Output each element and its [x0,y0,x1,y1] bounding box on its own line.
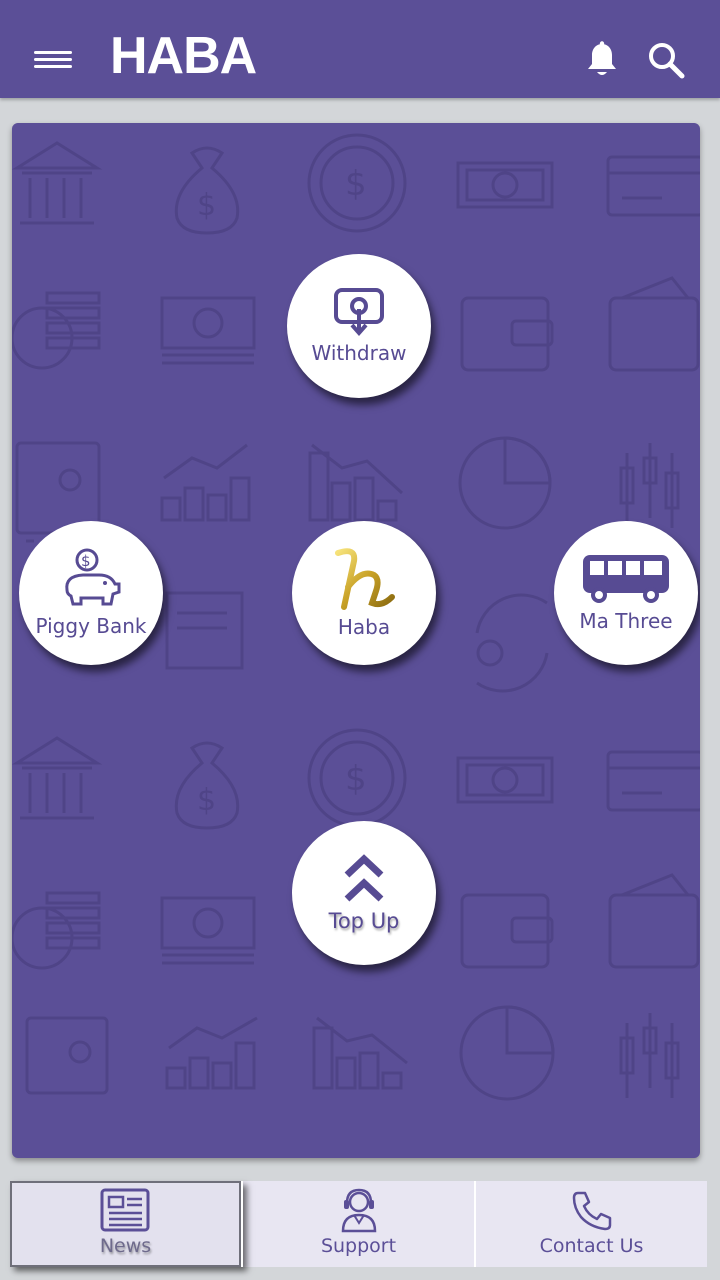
wallet-cash-icon-2 [608,873,700,969]
nav-label-news: News [99,1235,152,1257]
haba-button[interactable]: Haba [292,521,436,665]
wallet-icon [460,296,554,372]
bank-icon-2 [12,736,103,820]
growth-chart-icon-2 [165,1016,258,1090]
card-icon [606,155,700,217]
wallet-icon-2 [460,893,554,969]
nav-item-contact-us[interactable]: Contact Us [476,1181,707,1267]
nav-label-contact-us: Contact Us [539,1235,644,1257]
nav-item-news[interactable]: News [10,1181,243,1267]
newspaper-icon [100,1188,149,1232]
growth-chart-icon [160,443,251,522]
card-icon-2 [606,750,700,812]
cash-bundle-icon [160,296,256,365]
bus-icon [583,555,669,603]
piggy-bank-button[interactable]: $ Piggy Bank [19,521,163,665]
withdraw-label: Withdraw [311,341,407,365]
svg-text:$: $ [197,783,216,818]
haba-gold-logo [335,548,395,610]
receipt-icon [165,591,244,670]
atm-withdraw-icon [334,288,384,337]
app-title: HABA [110,27,257,85]
piggy-bank-icon: $ [65,548,121,606]
svg-text:$: $ [345,164,367,204]
main-panel: $ $ $ $ Withdraw $ Piggy Bank Haba Ma Th… [12,123,700,1158]
money-bag-icon-2: $ [174,741,240,830]
candlestick-icon [619,443,680,528]
pie-chart-icon [458,436,552,530]
top-up-button[interactable]: Top Up [292,821,436,965]
piggy-bank-label: Piggy Bank [35,614,147,638]
coin-icon: $ [307,133,407,233]
candlestick-icon-2 [619,1013,680,1098]
search-icon[interactable] [646,40,686,80]
svg-text:$: $ [345,759,367,799]
hamburger-menu-icon[interactable] [34,48,72,72]
haba-label: Haba [337,615,391,639]
banknote-icon [456,161,554,209]
banknote-icon-2 [456,756,554,804]
svg-text:$: $ [197,188,216,223]
coin-icon-2: $ [307,728,407,828]
pie-chart-icon-2 [459,1005,555,1101]
coin-stack-icon-2 [12,891,101,970]
top-up-label: Top Up [328,909,400,933]
nav-item-support[interactable]: Support [243,1181,476,1267]
ma-three-button[interactable]: Ma Three [554,521,698,665]
nav-label-support: Support [320,1235,397,1257]
safe-icon-2 [25,1016,109,1095]
ma-three-label: Ma Three [579,609,673,633]
bell-icon[interactable] [583,40,621,80]
bottom-navigation: News Support Contact Us [10,1181,707,1267]
cash-bundle-icon-2 [160,896,256,965]
coin-stack-icon [12,291,101,370]
support-agent-icon [341,1188,376,1233]
money-bag-icon: $ [174,146,240,235]
bank-icon [12,141,103,225]
exchange-icon [475,593,549,693]
phone-icon [572,1191,611,1231]
svg-text:$: $ [81,552,91,570]
app-bar: HABA [0,0,720,98]
decline-chart-icon [308,443,404,522]
withdraw-button[interactable]: Withdraw [287,254,431,398]
decline-chart-icon-2 [312,1016,408,1090]
wallet-cash-icon [608,276,700,372]
double-chevron-up-icon [344,854,384,902]
